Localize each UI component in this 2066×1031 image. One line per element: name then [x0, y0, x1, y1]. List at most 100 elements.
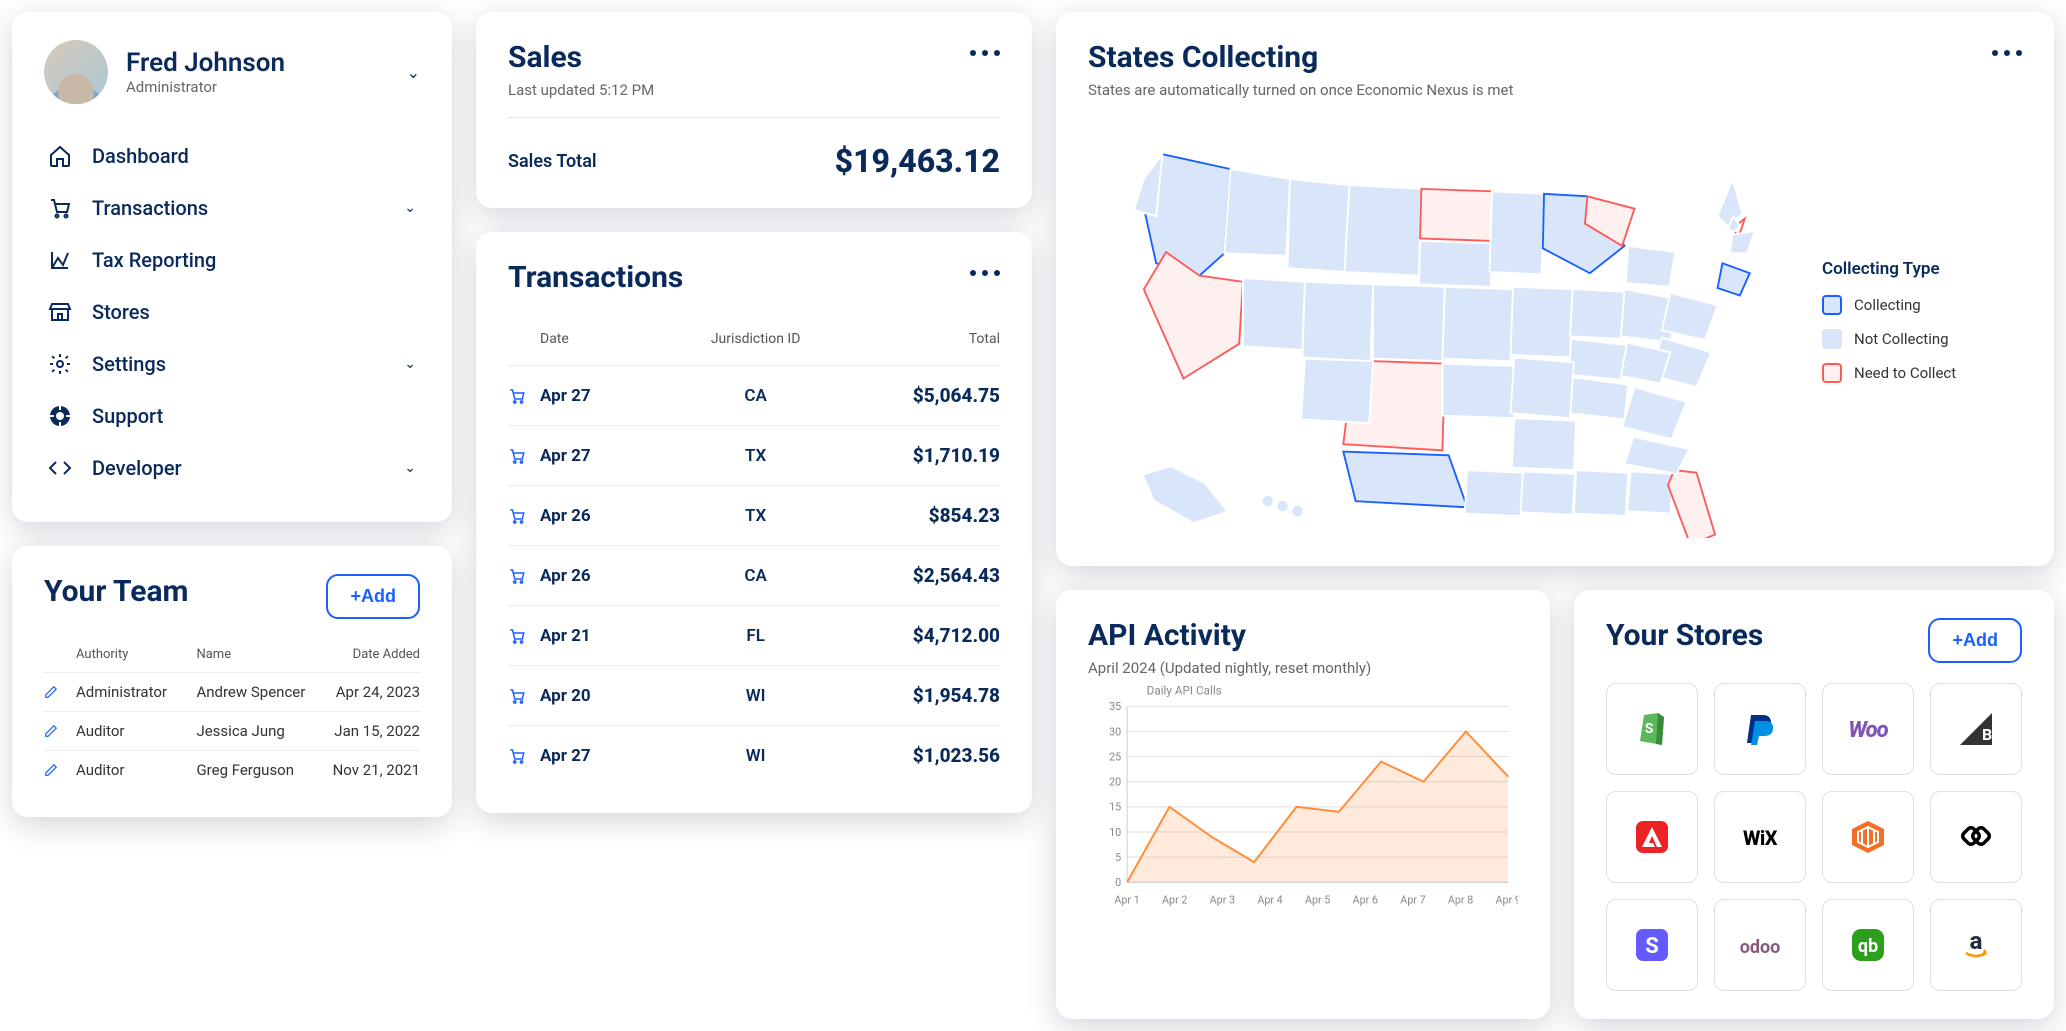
store-tile-shopify[interactable]: S	[1606, 683, 1698, 775]
store-tile-woocommerce[interactable]: Woo	[1822, 683, 1914, 775]
transactions-menu-icon[interactable]	[970, 260, 1000, 276]
store-tile-paypal[interactable]	[1714, 683, 1806, 775]
team-authority: Auditor	[76, 761, 188, 779]
tx-date: Apr 26	[540, 566, 684, 586]
add-store-button[interactable]: +Add	[1928, 618, 2022, 663]
svg-text:30: 30	[1109, 726, 1121, 739]
store-tile-quickbooks[interactable]: qb	[1822, 899, 1914, 991]
legend-swatch	[1822, 295, 1842, 315]
tx-total: $854.23	[828, 504, 1001, 527]
tx-total: $2,564.43	[828, 564, 1001, 587]
svg-text:15: 15	[1109, 801, 1121, 814]
team-date: Jan 15, 2022	[326, 722, 420, 740]
nav-item-settings[interactable]: Settings ⌄	[44, 338, 420, 390]
team-header-authority: Authority	[76, 647, 188, 662]
magento-logo-icon	[1846, 815, 1890, 859]
bigcommerce-logo-icon: B	[1954, 707, 1998, 751]
legend-label: Need to Collect	[1854, 364, 1956, 382]
quickbooks-logo-icon: qb	[1846, 923, 1890, 967]
sales-total-label: Sales Total	[508, 151, 597, 172]
stores-card: Your Stores +Add SWooBWiXSodooqba	[1574, 590, 2054, 1019]
add-team-button[interactable]: +Add	[326, 574, 420, 619]
svg-text:35: 35	[1109, 701, 1121, 714]
chevron-down-icon[interactable]: ⌄	[407, 63, 420, 82]
tx-header-total: Total	[828, 331, 1001, 347]
nav-item-support[interactable]: Support	[44, 390, 420, 442]
nav-item-stores[interactable]: Stores	[44, 286, 420, 338]
store-tile-wix[interactable]: WiX	[1714, 791, 1806, 883]
svg-text:Apr 6: Apr 6	[1353, 894, 1378, 907]
sales-total-value: $19,463.12	[835, 142, 1000, 180]
svg-text:20: 20	[1109, 776, 1121, 789]
legend: Collecting Type CollectingNot Collecting…	[1822, 259, 2022, 397]
states-menu-icon[interactable]	[1992, 40, 2022, 56]
svg-text:B: B	[1982, 725, 1992, 744]
states-title: States Collecting	[1088, 40, 1513, 75]
nav-item-dashboard[interactable]: Dashboard	[44, 130, 420, 182]
svg-text:10: 10	[1109, 826, 1121, 839]
team-row: Auditor Jessica Jung Jan 15, 2022	[44, 711, 420, 750]
svg-text:Apr 5: Apr 5	[1305, 894, 1330, 907]
us-map	[1088, 117, 1782, 538]
adobe-logo-icon	[1630, 815, 1674, 859]
edit-icon[interactable]	[44, 685, 68, 699]
svg-text:0: 0	[1115, 876, 1121, 889]
store-tile-magento[interactable]	[1822, 791, 1914, 883]
api-chart: Daily API Calls 05101520253035 Apr 1Apr …	[1088, 677, 1518, 912]
tx-total: $1,954.78	[828, 684, 1001, 707]
cart-icon	[508, 507, 540, 525]
tx-jurisdiction: TX	[684, 506, 828, 526]
nav-label: Support	[92, 404, 163, 428]
edit-icon[interactable]	[44, 763, 68, 777]
store-tile-adobe[interactable]	[1606, 791, 1698, 883]
svg-text:Daily API Calls: Daily API Calls	[1147, 684, 1222, 698]
edit-icon[interactable]	[44, 724, 68, 738]
team-row: Auditor Greg Ferguson Nov 21, 2021	[44, 750, 420, 789]
profile-name: Fred Johnson	[126, 48, 285, 78]
transaction-row[interactable]: Apr 27 CA $5,064.75	[508, 366, 1000, 426]
nav-item-tax-reporting[interactable]: Tax Reporting	[44, 234, 420, 286]
team-name: Jessica Jung	[196, 722, 318, 740]
transaction-row[interactable]: Apr 26 CA $2,564.43	[508, 546, 1000, 606]
store-tile-squarespace[interactable]	[1930, 791, 2022, 883]
avatar	[44, 40, 108, 104]
tx-header-jurisdiction: Jurisdiction ID	[684, 331, 828, 347]
cart-icon	[508, 567, 540, 585]
api-card: API Activity April 2024 (Updated nightly…	[1056, 590, 1550, 1019]
legend-label: Not Collecting	[1854, 330, 1949, 348]
legend-swatch	[1822, 363, 1842, 383]
store-tile-stripe[interactable]: S	[1606, 899, 1698, 991]
nav-item-transactions[interactable]: Transactions ⌄	[44, 182, 420, 234]
api-subtitle: April 2024 (Updated nightly, reset month…	[1088, 659, 1518, 677]
nav-label: Dashboard	[92, 144, 189, 168]
svg-text:qb: qb	[1858, 936, 1878, 957]
nav-item-developer[interactable]: Developer ⌄	[44, 442, 420, 494]
transaction-row[interactable]: Apr 27 WI $1,023.56	[508, 726, 1000, 785]
legend-label: Collecting	[1854, 296, 1921, 314]
profile-nav-card: Fred Johnson Administrator ⌄ Dashboard T…	[12, 12, 452, 522]
tx-jurisdiction: CA	[684, 386, 828, 406]
store-tile-bigcommerce[interactable]: B	[1930, 683, 2022, 775]
chevron-down-icon: ⌄	[404, 200, 416, 216]
profile-header[interactable]: Fred Johnson Administrator ⌄	[44, 40, 420, 104]
tx-jurisdiction: WI	[684, 686, 828, 706]
store-tile-odoo[interactable]: odoo	[1714, 899, 1806, 991]
sales-menu-icon[interactable]	[970, 40, 1000, 56]
tx-total: $1,710.19	[828, 444, 1001, 467]
svg-text:Apr 8: Apr 8	[1448, 894, 1473, 907]
chevron-down-icon: ⌄	[404, 460, 416, 476]
transaction-row[interactable]: Apr 21 FL $4,712.00	[508, 606, 1000, 666]
legend-swatch	[1822, 329, 1842, 349]
transaction-row[interactable]: Apr 26 TX $854.23	[508, 486, 1000, 546]
transaction-row[interactable]: Apr 27 TX $1,710.19	[508, 426, 1000, 486]
tx-date: Apr 27	[540, 746, 684, 766]
sales-subtitle: Last updated 5:12 PM	[508, 81, 654, 99]
nav-label: Stores	[92, 300, 150, 324]
team-title: Your Team	[44, 574, 189, 609]
transaction-row[interactable]: Apr 20 WI $1,954.78	[508, 666, 1000, 726]
tx-date: Apr 20	[540, 686, 684, 706]
svg-text:25: 25	[1109, 751, 1121, 764]
store-tile-amazon[interactable]: a	[1930, 899, 2022, 991]
cart-icon	[508, 747, 540, 765]
nav-label: Tax Reporting	[92, 248, 216, 272]
